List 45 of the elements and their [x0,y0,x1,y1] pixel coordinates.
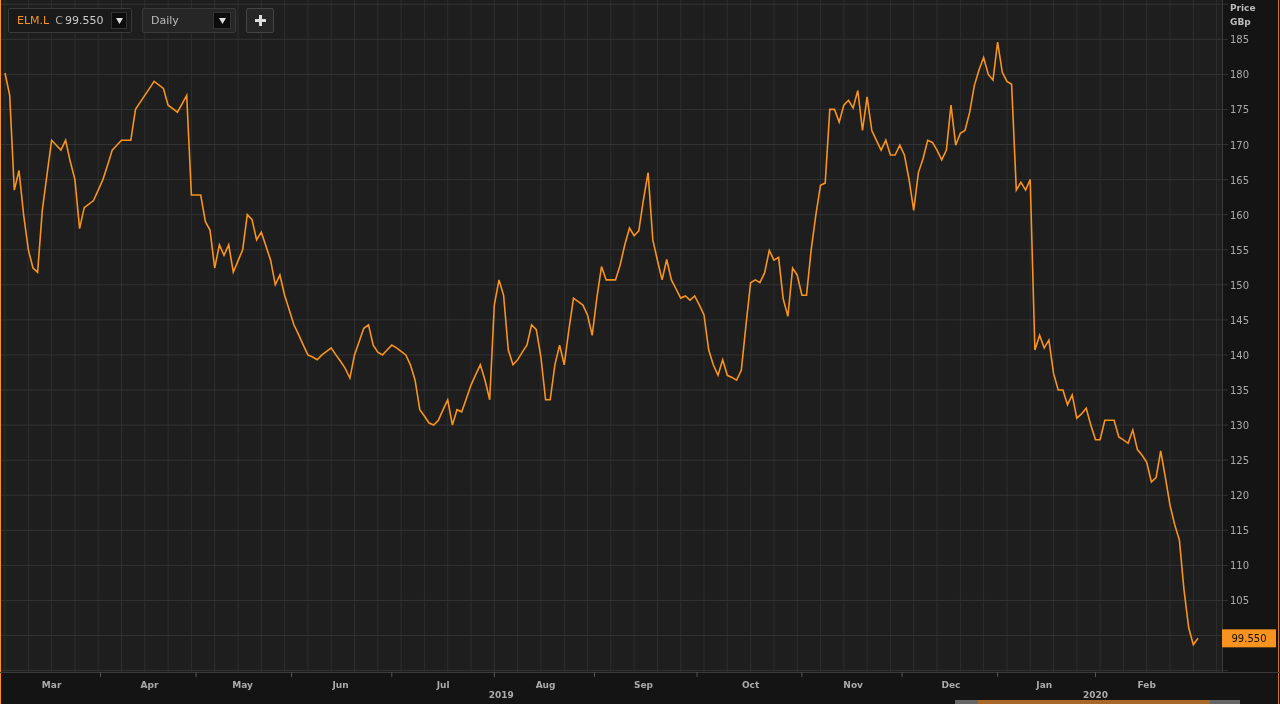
axis-label: Jul [436,680,450,690]
interval-text: Daily [151,14,179,27]
axis-label: 170 [1230,139,1250,151]
axis-label: 165 [1230,174,1250,186]
symbol-dropdown[interactable]: ELM.L C 99.550 [8,8,132,33]
axis-label: Jun [332,680,349,690]
axis-label: 155 [1230,244,1250,256]
axis-label: Jan [1036,680,1053,690]
axis-label: Oct [742,680,760,690]
scrollbar[interactable] [955,700,1240,704]
axis-label: Apr [140,680,159,690]
axis-label: Dec [941,680,961,690]
axis-unit: GBp [1230,17,1251,27]
axis-label: 105 [1230,595,1250,607]
interval-dropdown[interactable]: Daily [142,8,236,33]
year-label: 2019 [488,690,514,700]
axis-label: Mar [41,680,62,690]
axis-label: 180 [1230,69,1250,81]
plus-icon [254,15,266,26]
last-price-label: 99.550 [1222,629,1276,648]
axis-label: May [232,680,253,690]
axis-label: 150 [1230,279,1250,291]
axis-label: 175 [1230,104,1250,116]
axis-label: Feb [1137,680,1156,690]
ticker-text: ELM.L [17,14,50,27]
axis-label: Nov [843,680,863,690]
axis-label: 185 [1230,34,1250,46]
axis-label: 140 [1230,349,1250,361]
axis-label: 120 [1230,490,1250,502]
caret-icon [115,17,123,24]
axis-label: 160 [1230,209,1250,221]
add-button[interactable] [246,8,274,33]
year-label: 2020 [1082,690,1108,700]
axis-label: 115 [1230,525,1250,537]
axis-label: Aug [535,680,556,690]
axis-label: 135 [1230,385,1250,396]
axis-label: 130 [1230,420,1250,432]
axis-title: Price [1230,3,1256,13]
axis-label: 110 [1230,560,1250,572]
axis-label: 145 [1230,314,1250,326]
close-price: 99.550 [64,14,104,27]
caret-icon [218,17,226,24]
axis-label: Sep [633,680,653,690]
axis-label: 125 [1230,455,1250,467]
close-label: C [55,14,63,27]
